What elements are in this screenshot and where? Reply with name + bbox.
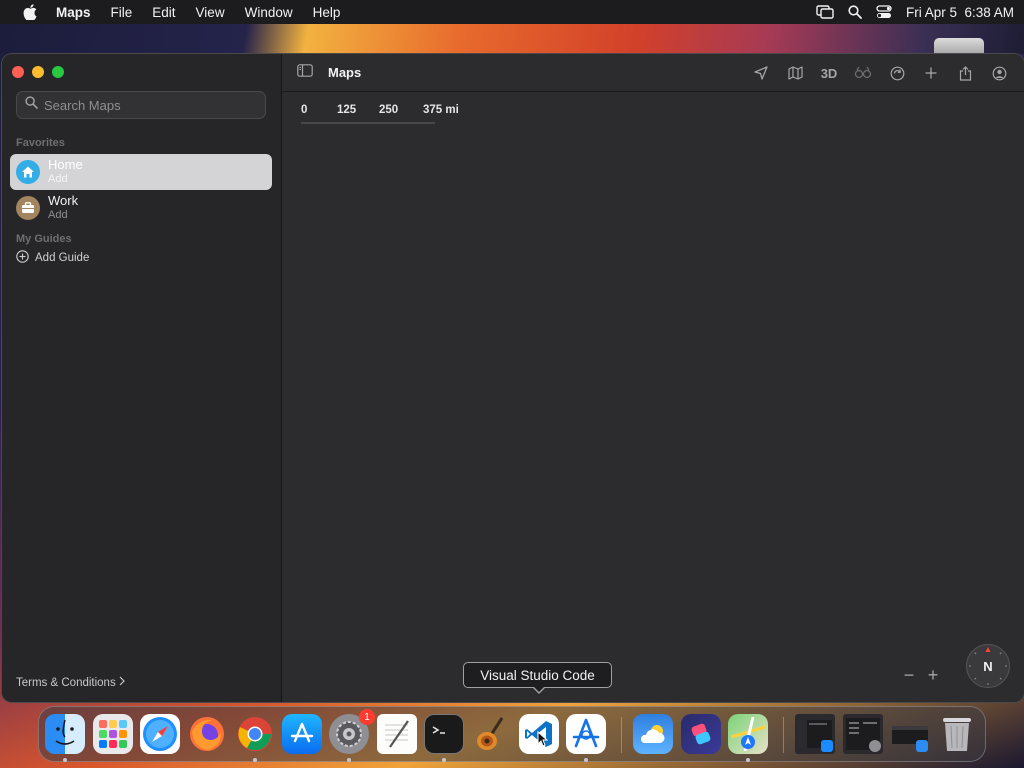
- share-icon[interactable]: [948, 62, 982, 84]
- launchpad-icon[interactable]: [93, 714, 133, 754]
- minimize-button[interactable]: [32, 66, 44, 78]
- favorite-work-title: Work: [48, 193, 79, 208]
- menu-help[interactable]: Help: [303, 5, 351, 20]
- map-scale: 0 125 250 375 mi: [301, 104, 459, 116]
- briefcase-icon: [16, 196, 40, 220]
- zoom-controls: − +: [903, 666, 939, 684]
- finder-running-indicator: [63, 758, 67, 762]
- compass-button[interactable]: N: [966, 644, 1010, 688]
- menubar-clock[interactable]: Fri Apr 5 6:38 AM: [906, 5, 1014, 20]
- menu-window[interactable]: Window: [235, 5, 303, 20]
- menu-bar: Maps File Edit View Window Help Fri Apr …: [0, 0, 1024, 24]
- dock-tooltip: Visual Studio Code: [463, 662, 612, 688]
- zoom-in-button[interactable]: +: [927, 666, 939, 684]
- settings-badge: 1: [359, 709, 375, 725]
- favorites-heading: Favorites: [16, 137, 65, 149]
- spotlight-search-icon[interactable]: [848, 5, 862, 19]
- search-input[interactable]: [44, 97, 254, 113]
- 3d-toggle-button[interactable]: 3D: [812, 62, 846, 84]
- menu-app-name[interactable]: Maps: [46, 5, 101, 20]
- favorite-work-subtitle: Add: [48, 209, 68, 221]
- menu-view[interactable]: View: [186, 5, 235, 20]
- settings-running-indicator: [347, 758, 351, 762]
- xcode-running-indicator: [584, 758, 588, 762]
- toolbar: Maps 3D: [283, 54, 1024, 92]
- favorite-home-title: Home: [48, 157, 83, 172]
- add-guide-label: Add Guide: [35, 252, 90, 264]
- location-arrow-icon[interactable]: [744, 62, 778, 84]
- firefox-icon[interactable]: [187, 714, 227, 754]
- search-icon: [25, 96, 38, 114]
- menu-extras: Fri Apr 5 6:38 AM: [816, 5, 1014, 20]
- window-title: Maps: [328, 65, 362, 80]
- favorite-home[interactable]: Home Add: [10, 154, 272, 190]
- maps-running-indicator: [746, 758, 750, 762]
- terminal-icon[interactable]: [424, 714, 464, 754]
- tooltip-arrow: [532, 686, 546, 694]
- terminal-running-indicator: [442, 758, 446, 762]
- zoom-out-button[interactable]: −: [903, 666, 915, 684]
- account-icon[interactable]: [982, 62, 1016, 84]
- terms-link[interactable]: Terms & Conditions: [16, 676, 125, 689]
- maps-icon[interactable]: [728, 714, 768, 754]
- toolbar-tools: 3D: [744, 62, 1016, 84]
- add-icon[interactable]: [914, 62, 948, 84]
- map-view[interactable]: Maps 3D 0 125 250 375 mi − + N: [283, 54, 1024, 702]
- fullscreen-button[interactable]: [52, 66, 64, 78]
- sidebar: Favorites Home Add Work Add My Guides: [2, 54, 282, 702]
- control-center-icon[interactable]: [876, 5, 892, 19]
- chevron-right-icon: [119, 676, 125, 689]
- sidebar-toggle-icon[interactable]: [297, 64, 313, 82]
- scale-bar: [301, 122, 435, 124]
- traffic-icon[interactable]: [880, 62, 914, 84]
- app-store-icon[interactable]: [282, 714, 322, 754]
- minimized-window-appstore[interactable]: [795, 714, 835, 754]
- favorite-home-subtitle: Add: [48, 173, 68, 185]
- finder-icon[interactable]: [45, 714, 85, 754]
- chrome-running-indicator: [253, 758, 257, 762]
- terms-label: Terms & Conditions: [16, 676, 116, 689]
- screen-mirroring-icon[interactable]: [816, 5, 834, 19]
- garageband-icon[interactable]: [471, 714, 511, 754]
- scale-label-125: 125: [337, 104, 357, 116]
- plus-circle-icon: [16, 250, 29, 266]
- my-guides-heading: My Guides: [16, 233, 72, 245]
- menu-edit[interactable]: Edit: [142, 5, 185, 20]
- chrome-icon[interactable]: [235, 714, 275, 754]
- favorite-work[interactable]: Work Add: [10, 190, 272, 226]
- dock-separator-2: [783, 717, 784, 753]
- system-settings-icon[interactable]: 1: [329, 709, 375, 754]
- dock-separator: [621, 717, 622, 753]
- desktop-wallpaper: [0, 24, 1024, 58]
- menu-file[interactable]: File: [101, 5, 143, 20]
- minimized-window-settings[interactable]: [843, 714, 883, 754]
- minimized-window-finder[interactable]: [890, 714, 930, 754]
- house-icon: [16, 160, 40, 184]
- weather-icon[interactable]: [633, 714, 673, 754]
- window-controls: [12, 66, 64, 78]
- safari-icon[interactable]: [140, 714, 180, 754]
- add-guide-button[interactable]: Add Guide: [16, 250, 89, 266]
- apple-menu-icon[interactable]: [14, 4, 46, 20]
- mouse-cursor-icon: [537, 730, 549, 752]
- shortcuts-icon[interactable]: [681, 714, 721, 754]
- dock: 1: [38, 706, 986, 762]
- xcode-icon[interactable]: [566, 714, 606, 754]
- map-mode-icon[interactable]: [778, 62, 812, 84]
- look-around-icon[interactable]: [846, 62, 880, 84]
- close-button[interactable]: [12, 66, 24, 78]
- maps-window: Favorites Home Add Work Add My Guides: [2, 54, 1024, 702]
- search-field[interactable]: [16, 91, 266, 119]
- scale-label-0: 0: [301, 104, 308, 116]
- scale-label-375: 375 mi: [423, 104, 459, 116]
- textedit-icon[interactable]: [377, 714, 417, 754]
- compass-ticks-icon: [969, 647, 1007, 685]
- scale-label-250: 250: [379, 104, 399, 116]
- trash-icon[interactable]: [937, 714, 977, 754]
